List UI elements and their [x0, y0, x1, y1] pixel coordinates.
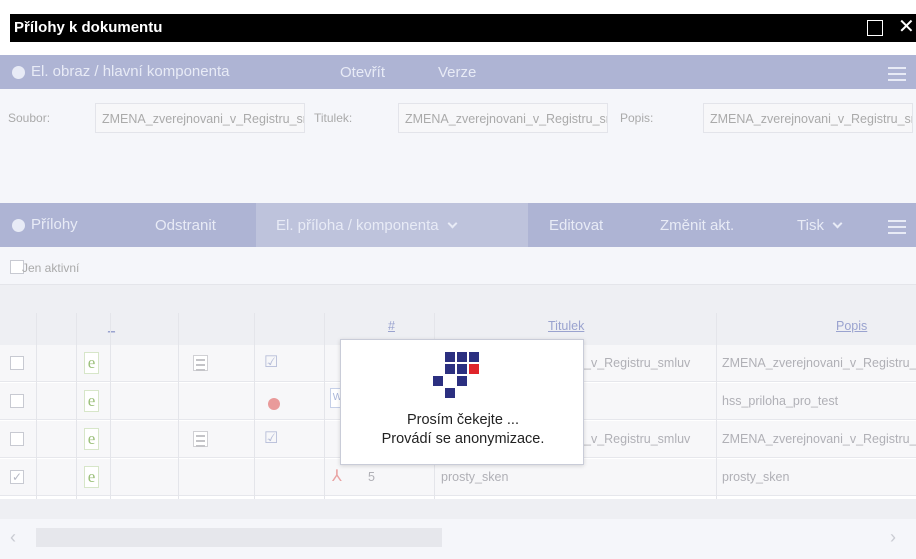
stop-icon [268, 398, 280, 410]
row-description: ZMENA_zverejnovani_v_Registru_smluv [722, 356, 916, 370]
check-arrow-icon: ☑ [264, 430, 279, 447]
check-arrow-icon: ☑ [264, 354, 279, 371]
file-field[interactable]: ZMENA_zverejnovani_v_Registru_smluv [95, 103, 305, 133]
scroll-left-icon[interactable]: ‹ [10, 527, 16, 548]
window-titlebar: Přílohy k dokumentu ✕ [0, 0, 916, 42]
el-attachment-dropdown[interactable]: El. příloha / komponenta [276, 217, 458, 234]
column-divider [254, 313, 255, 499]
col-header-number[interactable]: # [388, 319, 395, 333]
horizontal-scrollbar[interactable]: ‹ › [0, 519, 916, 559]
row-checkbox[interactable] [10, 356, 24, 370]
window-title: Přílohy k dokumentu [14, 19, 163, 36]
titlebar-strip: Přílohy k dokumentu ✕ [10, 14, 916, 42]
title-field[interactable]: ZMENA_zverejnovani_v_Registru_smluv [398, 103, 608, 133]
row-title: _v_Registru_smluv [584, 432, 691, 446]
chevron-down-icon [447, 218, 458, 229]
pdf-icon: ⅄ [332, 468, 342, 485]
row-title: prosty_sken [441, 470, 509, 484]
versions-button[interactable]: Verze [438, 64, 476, 81]
print-label: Tisk [797, 217, 824, 234]
document-icon [193, 355, 208, 371]
main-component-toolbar: El. obraz / hlavní komponenta Otevřít Ve… [0, 55, 916, 89]
file-label: Soubor: [8, 111, 51, 125]
electronic-icon: e [84, 352, 99, 374]
row-description: hss_priloha_pro_test [722, 394, 839, 408]
column-divider [716, 313, 717, 499]
column-divider [110, 313, 111, 499]
attachments-label: Přílohy [31, 216, 78, 233]
loading-spinner-icon [433, 350, 493, 398]
close-icon[interactable]: ✕ [898, 15, 915, 39]
chevron-down-icon [832, 218, 843, 229]
title-label: Titulek: [314, 111, 353, 125]
document-icon [193, 431, 208, 447]
column-divider [36, 313, 37, 499]
electronic-icon: e [84, 390, 99, 412]
description-label: Popis: [620, 111, 654, 125]
open-button[interactable]: Otevřít [340, 64, 385, 81]
only-active-label: Jen aktivní [22, 261, 80, 275]
hamburger-icon[interactable] [888, 67, 906, 81]
electronic-icon: e [84, 428, 99, 450]
loading-dialog: Prosím čekejte ... Provádí se anonymizac… [340, 339, 584, 465]
radio-dot-icon [12, 66, 25, 79]
col-header-title[interactable]: Titulek [548, 319, 584, 333]
main-component-label: El. obraz / hlavní komponenta [31, 63, 230, 80]
el-attachment-label: El. příloha / komponenta [276, 217, 439, 234]
row-description: ZMENA_zverejnovani_v_Registru_smluv [722, 432, 916, 446]
col-header-description[interactable]: Popis [836, 319, 867, 333]
edit-button[interactable]: Editovat [549, 217, 603, 234]
scrollbar-thumb[interactable] [36, 528, 442, 547]
electronic-icon: e [84, 466, 99, 488]
attachments-toolbar: Přílohy Odstranit El. příloha / komponen… [0, 203, 916, 247]
column-divider [178, 313, 179, 499]
remove-button[interactable]: Odstranit [155, 217, 216, 234]
grid-footer-band [0, 499, 916, 519]
row-checkbox[interactable] [10, 394, 24, 408]
radio-dot-icon [12, 219, 25, 232]
column-divider [76, 313, 77, 499]
document-form: Soubor: ZMENA_zverejnovani_v_Registru_sm… [0, 89, 916, 203]
row-number: 5 [368, 470, 375, 484]
loading-status: Provádí se anonymizace. [381, 431, 545, 447]
row-checkbox[interactable] [10, 432, 24, 446]
grid-toolbar-band [0, 285, 916, 313]
change-active-button[interactable]: Změnit akt. [660, 217, 734, 234]
row-checkbox-checked[interactable]: ✓ [10, 470, 24, 484]
maximize-icon[interactable] [867, 20, 883, 36]
scroll-right-icon[interactable]: › [890, 527, 896, 548]
hamburger-icon[interactable] [888, 220, 906, 234]
print-dropdown[interactable]: Tisk [797, 217, 843, 234]
row-description: prosty_sken [722, 470, 790, 484]
filter-row: Jen aktivní [0, 247, 916, 285]
row-title: _v_Registru_smluv [584, 356, 691, 370]
loading-message: Prosím čekejte ... [406, 412, 519, 428]
description-field[interactable]: ZMENA_zverejnovani_v_Registru_smluv [703, 103, 913, 133]
column-divider [324, 313, 325, 499]
